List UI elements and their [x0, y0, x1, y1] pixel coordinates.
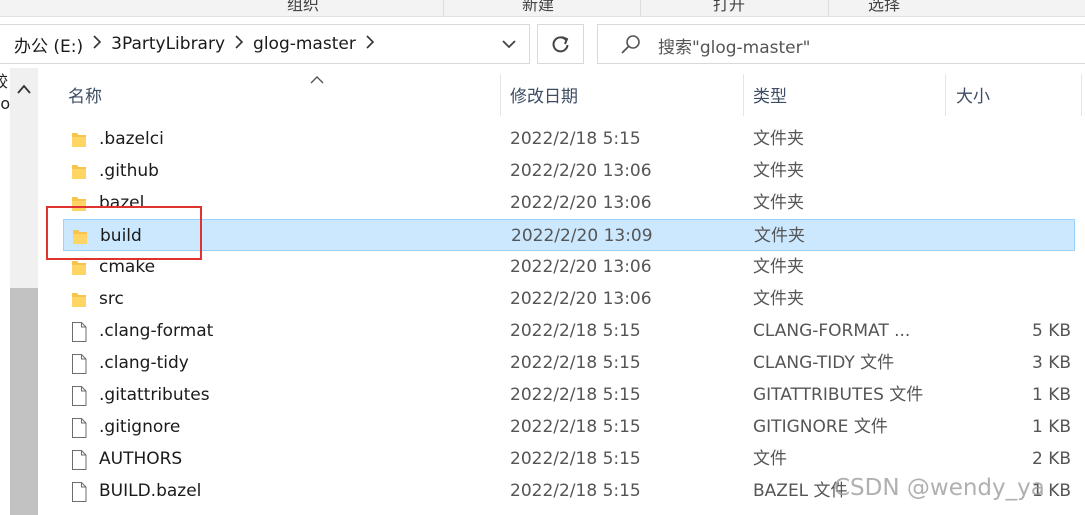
- file-row[interactable]: cmake 2022/2/20 13:06 文件夹: [63, 251, 1075, 283]
- folder-icon: [71, 290, 87, 312]
- column-size[interactable]: 大小: [956, 68, 990, 120]
- file-name: .gitignore: [99, 417, 181, 437]
- file-date: 2022/2/20 13:06: [510, 193, 652, 213]
- file-row[interactable]: .gitattributes 2022/2/18 5:15 GITATTRIBU…: [63, 379, 1075, 411]
- ribbon-tab-open[interactable]: 打开: [713, 0, 745, 15]
- breadcrumb-folder[interactable]: 3PartyLibrary: [108, 34, 228, 54]
- refresh-button[interactable]: [537, 24, 584, 64]
- file-name: BUILD.bazel: [99, 481, 202, 501]
- file-type: 文件夹: [753, 257, 804, 277]
- nav-item-text[interactable]: so: [0, 94, 10, 113]
- file-type: 文件: [753, 449, 787, 469]
- folder-icon: [71, 258, 87, 280]
- navigation-scrollbar[interactable]: [10, 68, 38, 515]
- file-date: 2022/2/20 13:09: [511, 226, 653, 246]
- file-type: 文件夹: [754, 226, 805, 246]
- file-type: CLANG-FORMAT ...: [753, 321, 911, 341]
- file-icon: [71, 482, 87, 506]
- file-name: src: [99, 289, 124, 309]
- breadcrumb-current[interactable]: glog-master: [250, 34, 359, 54]
- file-type: GITIGNORE 文件: [753, 417, 888, 437]
- scrollbar-thumb[interactable]: [10, 288, 38, 515]
- folder-icon: [71, 162, 87, 184]
- breadcrumb-drive[interactable]: 办公 (E:): [0, 32, 86, 57]
- navigation-pane: 较 so: [0, 68, 10, 515]
- column-header: 名称 修改日期 类型 大小: [38, 68, 1085, 120]
- file-row[interactable]: .gitignore 2022/2/18 5:15 GITIGNORE 文件 1…: [63, 411, 1075, 443]
- file-icon: [71, 386, 87, 410]
- file-date: 2022/2/20 13:06: [510, 161, 652, 181]
- file-icon: [71, 354, 87, 378]
- file-type: 文件夹: [753, 161, 804, 181]
- file-size: 1 KB: [1031, 417, 1071, 437]
- annotation-highlight-box: [46, 206, 202, 260]
- scroll-up-icon[interactable]: [17, 80, 31, 99]
- file-date: 2022/2/18 5:15: [510, 481, 641, 501]
- file-row[interactable]: .clang-format 2022/2/18 5:15 CLANG-FORMA…: [63, 315, 1075, 347]
- file-name: .clang-tidy: [99, 353, 189, 373]
- file-date: 2022/2/20 13:06: [510, 257, 652, 277]
- column-divider[interactable]: [500, 74, 501, 116]
- file-name: .gitattributes: [99, 385, 210, 405]
- file-name: .clang-format: [99, 321, 214, 341]
- file-date: 2022/2/18 5:15: [510, 353, 641, 373]
- ribbon-tab-organize[interactable]: 组织: [287, 0, 319, 15]
- file-size: 3 KB: [1031, 353, 1071, 373]
- file-row[interactable]: .clang-tidy 2022/2/18 5:15 CLANG-TIDY 文件…: [63, 347, 1075, 379]
- file-date: 2022/2/18 5:15: [510, 385, 641, 405]
- file-icon: [71, 450, 87, 474]
- file-name: .bazelci: [99, 129, 164, 149]
- search-icon: [620, 34, 642, 60]
- column-divider[interactable]: [1081, 74, 1082, 116]
- ribbon-tab-new[interactable]: 新建: [522, 0, 554, 15]
- file-name: .github: [99, 161, 159, 181]
- file-type: 文件夹: [753, 289, 804, 309]
- file-date: 2022/2/20 13:06: [510, 289, 652, 309]
- file-date: 2022/2/18 5:15: [510, 129, 641, 149]
- search-placeholder: 搜索"glog-master": [658, 38, 811, 58]
- column-type[interactable]: 类型: [753, 68, 787, 120]
- file-date: 2022/2/18 5:15: [510, 321, 641, 341]
- search-input[interactable]: 搜索"glog-master": [597, 24, 1085, 64]
- ribbon-divider: [443, 0, 444, 16]
- file-row[interactable]: .github 2022/2/20 13:06 文件夹: [63, 155, 1075, 187]
- file-icon: [71, 322, 87, 346]
- ribbon-tab-select[interactable]: 选择: [868, 0, 900, 15]
- file-size: 1 KB: [1031, 385, 1071, 405]
- refresh-icon: [552, 36, 568, 53]
- file-type: GITATTRIBUTES 文件: [753, 385, 924, 405]
- column-name[interactable]: 名称: [68, 68, 102, 120]
- ribbon-bar: 组织 新建 打开 选择: [0, 0, 1085, 17]
- sort-ascending-icon: [310, 70, 324, 89]
- file-size: 2 KB: [1031, 449, 1071, 469]
- file-size: 5 KB: [1031, 321, 1071, 341]
- file-row[interactable]: AUTHORS 2022/2/18 5:15 文件 2 KB: [63, 443, 1075, 475]
- chevron-right-icon[interactable]: [86, 35, 108, 53]
- file-date: 2022/2/18 5:15: [510, 417, 641, 437]
- address-bar[interactable]: 办公 (E:) 3PartyLibrary glog-master: [0, 24, 530, 64]
- column-divider[interactable]: [743, 74, 744, 116]
- ribbon-divider: [640, 0, 641, 16]
- watermark: CSDN @wendy_ya: [834, 475, 1045, 501]
- nav-item-text[interactable]: 较: [0, 68, 8, 92]
- ribbon-divider: [828, 0, 829, 16]
- chevron-right-icon[interactable]: [228, 35, 250, 53]
- chevron-down-icon[interactable]: [499, 34, 519, 54]
- file-type: 文件夹: [753, 193, 804, 213]
- column-date[interactable]: 修改日期: [510, 68, 578, 120]
- file-icon: [71, 418, 87, 442]
- column-divider[interactable]: [945, 74, 946, 116]
- breadcrumb: 办公 (E:) 3PartyLibrary glog-master: [0, 25, 381, 63]
- file-name: AUTHORS: [99, 449, 183, 469]
- file-row[interactable]: bazel 2022/2/20 13:06 文件夹: [63, 187, 1075, 219]
- file-date: 2022/2/18 5:15: [510, 449, 641, 469]
- file-row[interactable]: src 2022/2/20 13:06 文件夹: [63, 283, 1075, 315]
- file-type: 文件夹: [753, 129, 804, 149]
- chevron-right-icon[interactable]: [359, 35, 381, 53]
- file-row[interactable]: .bazelci 2022/2/18 5:15 文件夹: [63, 123, 1075, 155]
- file-type: CLANG-TIDY 文件: [753, 353, 895, 373]
- file-row[interactable]: build 2022/2/20 13:09 文件夹: [63, 219, 1075, 251]
- folder-icon: [71, 130, 87, 152]
